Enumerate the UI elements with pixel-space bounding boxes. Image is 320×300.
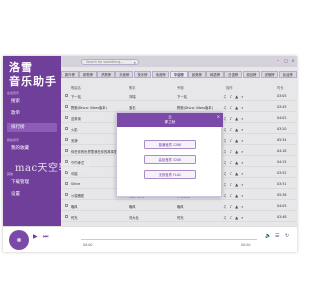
dialog-subtitle: 那之秋 — [164, 120, 176, 124]
quality-flac-button[interactable]: 无损音质 FLAC — [144, 170, 196, 179]
play-pause-icon[interactable]: ▶ — [33, 233, 38, 240]
dialog-header: 云 那之秋 × — [117, 113, 223, 127]
sidebar-section-online: 在线音乐 — [7, 91, 20, 95]
quality-dialog: 云 那之秋 × 普通音质 128K 高品音质 320K 无损音质 FLAC — [116, 112, 223, 197]
quality-128k-button[interactable]: 普通音质 128K — [144, 140, 196, 149]
loop-icon[interactable]: ↻ — [285, 233, 289, 239]
sidebar-item-downloads[interactable]: 下载管理 — [7, 178, 57, 187]
sidebar-item-charts[interactable]: 排行榜 — [7, 123, 57, 132]
time-total: 00:00 — [241, 243, 251, 247]
logo-line1: 洛雪 — [9, 61, 33, 74]
close-icon[interactable]: × — [217, 114, 220, 119]
sidebar-section-mine: 我的音乐 — [7, 138, 20, 142]
progress-bar[interactable] — [81, 239, 257, 240]
logo-line2: 音乐助手 — [9, 75, 57, 88]
sidebar-item-playlists[interactable]: 歌单 — [7, 109, 57, 118]
sidebar-section-other: 其他 — [7, 172, 14, 176]
player-bar: ▶ ⏭ 00:00 00:00 🔈 ☰ ↻ — [3, 226, 297, 252]
quality-320k-button[interactable]: 高品音质 320K — [144, 155, 196, 164]
next-icon[interactable]: ⏭ — [43, 233, 48, 241]
sidebar: 洛雪 音乐助手 在线音乐 搜索 歌单 排行榜 我的音乐 我的收藏 其他 下载管理… — [3, 56, 61, 226]
app-logo: 洛雪 音乐助手 — [9, 61, 59, 89]
volume-icon[interactable]: 🔈 — [265, 233, 271, 239]
sidebar-item-search[interactable]: 搜索 — [7, 97, 57, 106]
sidebar-item-settings[interactable]: 设置 — [7, 190, 57, 199]
playlist-icon[interactable]: ☰ — [275, 233, 279, 239]
time-current: 00:00 — [83, 243, 93, 247]
sidebar-item-favorites[interactable]: 我的收藏 — [7, 144, 57, 153]
album-art-disc[interactable] — [9, 230, 29, 250]
